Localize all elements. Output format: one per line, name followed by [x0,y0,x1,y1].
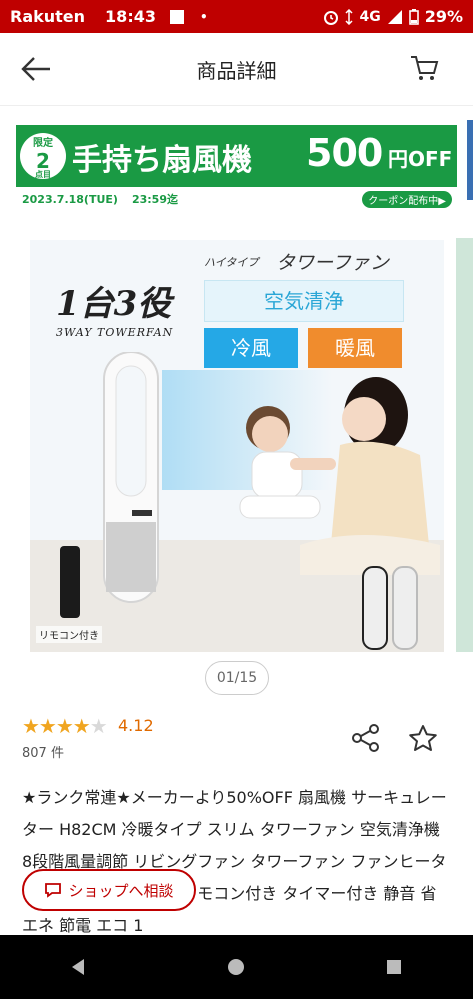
review-count[interactable]: 807 件 [22,742,64,761]
clock: 18:43 [105,7,156,26]
banner-date: 2023.7.18(TUE) [22,192,118,206]
banner-amount: 500 [306,131,383,175]
coupon-banner[interactable]: 限定 2 点目 手持ち扇風機 500 円OFF [16,125,457,187]
mini-fan-white [392,566,418,650]
app-bar: 商品詳細 [0,33,473,106]
mini-fan-black [362,566,388,650]
coupon-tag[interactable]: クーポン配布中▶ [362,190,452,208]
chat-bubble-icon [45,883,62,898]
page-title: 商品詳細 [196,58,277,83]
type-big-label: タワーファン [276,252,389,274]
badge-number: 2 [36,149,50,173]
system-nav-bar [0,935,473,999]
product-image[interactable]: 1台3役 3WAY TOWERFAN ハイタイプ タワーファン 空気清浄 冷風 … [30,240,444,652]
favorite-star-icon[interactable] [408,724,438,752]
recents-nav-icon[interactable] [383,956,405,978]
feature-cool: 冷風 [204,328,298,368]
status-bar: Rakuten 18:43 • 4G 29% [0,0,473,33]
rating-score[interactable]: 4.12 [118,716,154,735]
catch-copy: 1台3役 [56,284,172,324]
product-description: ★ランク常連★メーカーより50%OFF 扇風機 サーキュレーター H82CM 冷… [22,788,447,935]
banner-unit: 円OFF [388,147,453,171]
network-type: 4G [359,8,381,25]
next-image-peek [456,238,473,652]
filled-stars: ★★★★ [22,714,91,738]
woman-illustration [300,377,440,575]
empty-star: ★ [89,714,108,738]
notification-icon [169,9,184,24]
type-small-label: ハイタイプ [204,256,259,269]
back-arrow-icon[interactable] [20,55,52,83]
signal-icon [387,9,402,24]
banner-headline: 手持ち扇風機 [72,143,252,178]
home-nav-icon[interactable] [225,956,247,978]
alarm-icon [324,10,339,25]
battery-percent: 29% [424,7,463,26]
notification-dot: • [199,9,208,24]
feature-warm: 暖風 [308,328,402,368]
feature-air-purify: 空気清浄 [204,280,404,322]
carrier-name: Rakuten [10,7,86,26]
remote-control-image [60,546,80,618]
vibrate-icon [345,8,353,25]
banner-footer: 2023.7.18(TUE) 23:59迄 クーポン配布中▶ [22,190,452,208]
share-icon[interactable] [352,724,380,752]
cart-icon[interactable] [409,53,439,83]
image-counter: 01/15 [205,661,269,695]
remote-label: リモコン付き [36,626,102,643]
banner-deadline: 23:59迄 [131,193,178,206]
rating-stars: ★★★★★ [22,714,108,738]
back-nav-icon[interactable] [68,956,90,978]
tower-fan-illustration [103,352,159,603]
consult-label: ショップへ相談 [68,881,174,900]
limited-badge: 限定 2 点目 [20,133,66,179]
next-banner-peek [467,120,473,200]
battery-icon [408,8,419,25]
catch-subcopy: 3WAY TOWERFAN [56,326,174,339]
badge-unit: 点目 [35,170,51,179]
shop-consult-button[interactable]: ショップへ相談 [22,869,196,911]
